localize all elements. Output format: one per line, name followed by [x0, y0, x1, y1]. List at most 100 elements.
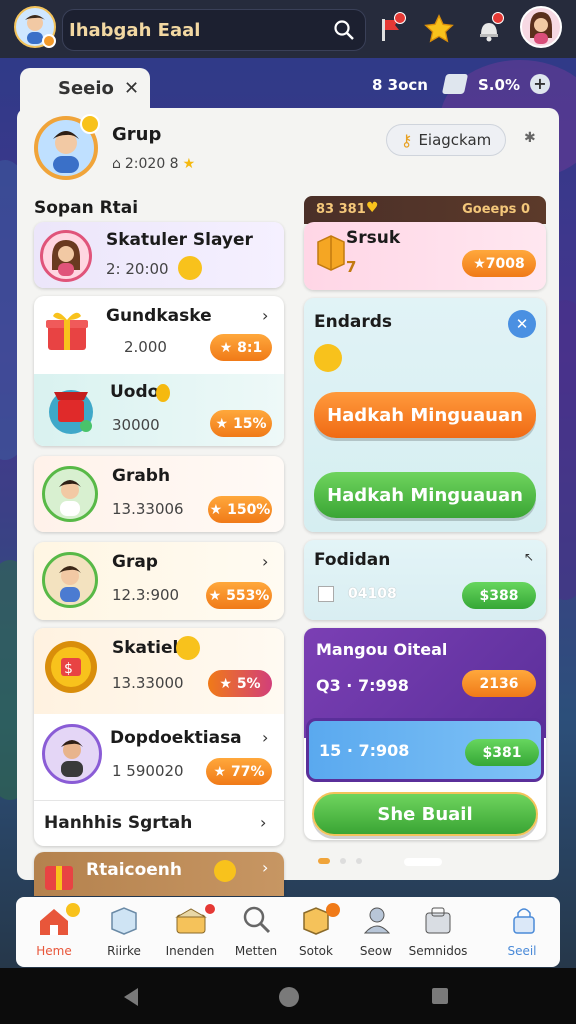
list-item-title: Gundkaske — [106, 306, 212, 326]
list-item-badge: ★ 77% — [206, 758, 272, 785]
list-item-sub: 2.000 — [124, 338, 167, 356]
list-footer-row[interactable]: Hanhhis Sgrtah › — [34, 800, 284, 846]
list-item[interactable]: Grap › 12.3:900 ★ 553% — [34, 542, 284, 620]
key-icon: ⚷ — [400, 130, 413, 150]
list-item-title: Skatuler Slayer — [106, 230, 253, 250]
list-item-title: Grabh — [112, 466, 171, 486]
tab-label: Seeio — [58, 78, 114, 99]
notification-icon[interactable] — [474, 12, 504, 44]
plus-icon[interactable]: + — [530, 74, 550, 94]
search-icon[interactable] — [333, 19, 355, 45]
recents-icon[interactable] — [430, 986, 450, 1006]
nav-inenden[interactable]: Inenden — [158, 897, 222, 967]
eiagckam-button[interactable]: ⚷ Eiagckam — [386, 124, 506, 156]
list-item[interactable]: Rtaicoenh › — [34, 852, 284, 896]
nav-sotok[interactable]: Sotok — [284, 897, 348, 967]
list-item[interactable]: $ Skatiel 13.33000 ★ 5% — [34, 628, 284, 714]
bag-icon — [425, 907, 451, 934]
gem-icon — [441, 74, 469, 94]
flag-icon[interactable] — [376, 12, 406, 44]
search-text: Ihabgah Eaal — [69, 20, 201, 41]
blue-row[interactable]: 15 · 7:908 $381 — [306, 718, 544, 782]
list-item-badge: ★ 8:1 — [210, 334, 272, 361]
nav-metten[interactable]: Metten — [224, 897, 288, 967]
profile-name: Grup — [112, 124, 162, 145]
lock-icon — [513, 908, 535, 934]
gift-icon — [49, 390, 93, 434]
home-circle-icon[interactable] — [277, 985, 301, 1009]
list-item[interactable]: Grabh 13.33006 ★ 150% — [34, 456, 284, 532]
system-nav-bar — [0, 968, 576, 1024]
nav-seeil[interactable]: Seeil — [490, 897, 554, 967]
list-avatar — [42, 466, 98, 522]
purple-value: Q3 · 7:998 — [316, 676, 409, 695]
blue-badge: $381 — [465, 739, 539, 766]
list-item-title: Rtaicoenh — [86, 860, 183, 880]
nav-seow[interactable]: Seow — [344, 897, 408, 967]
share-button[interactable]: She Buail — [312, 792, 538, 836]
stats-coins: 8 3ocn — [372, 76, 428, 94]
list-item[interactable]: Skatuler Slayer 2: 20:00 — [34, 222, 284, 288]
home-small-icon: ⌂ — [112, 156, 121, 172]
top-bar: Ihabgah Eaal — [0, 0, 576, 58]
search-bar[interactable]: Ihabgah Eaal — [62, 9, 366, 51]
svg-text:$: $ — [64, 661, 73, 677]
nav-label: Sotok — [299, 944, 333, 958]
blue-value: 15 · 7:908 — [319, 741, 410, 760]
coin-icon — [156, 384, 170, 402]
fodidan-title: Fodidan — [314, 550, 391, 570]
nav-home[interactable]: Heme — [22, 897, 86, 967]
list-avatar — [42, 552, 98, 608]
close-icon[interactable]: ✕ — [124, 78, 139, 99]
orange-action-button[interactable]: Hadkah Minguauan — [314, 392, 536, 438]
close-icon[interactable]: ✕ — [508, 310, 536, 338]
fodidan-card[interactable]: Fodidan ↖ 04108 $388 — [304, 540, 546, 620]
list-item-title: Dopdoektiasa — [110, 728, 242, 748]
top-strip-right: Goeeps 0 — [462, 202, 530, 217]
nav-riirke[interactable]: Riirke — [92, 897, 156, 967]
pager-bar — [404, 858, 442, 866]
top-strip-left: 83 381 — [316, 202, 366, 217]
fodidan-sub: 04108 — [348, 586, 397, 602]
list-item-sub: 13.33000 — [112, 674, 184, 692]
list-footer-label: Hanhhis Sgrtah — [44, 813, 193, 833]
section-title: Sopan Rtai — [34, 198, 139, 218]
top-strip: 83 381 ♥ Goeeps 0 — [304, 196, 546, 224]
star-icon[interactable] — [422, 12, 456, 46]
purple-badge: 2136 — [462, 670, 536, 697]
smiley-icon — [178, 256, 202, 280]
tab-seeio[interactable]: Seeio ✕ — [20, 68, 150, 112]
profile-avatar[interactable] — [520, 6, 562, 48]
profile-photo[interactable] — [34, 114, 100, 180]
list-item-badge: ★ 5% — [208, 670, 272, 697]
menu-icon[interactable]: ✱ — [524, 130, 536, 146]
arrow-icon: ↖ — [524, 550, 535, 564]
srsuk-card[interactable]: Srsuk 7 ★7008 — [304, 222, 546, 290]
list-item[interactable]: Gundkaske › 2.000 ★ 8:1 — [34, 296, 284, 372]
list-item-sub: 30000 — [112, 416, 160, 434]
back-icon[interactable] — [120, 986, 142, 1008]
bottom-nav: Heme Riirke Inenden Metten Sotok Seow Se… — [16, 897, 560, 967]
list-item[interactable]: Dopdoektiasa › 1 590020 ★ 77% — [34, 716, 284, 798]
nav-label: Inenden — [165, 944, 215, 958]
cube-icon — [318, 586, 334, 602]
list-item-badge: ★ 553% — [206, 582, 272, 609]
list-item[interactable]: Uodo 30000 ★ 15% — [34, 374, 284, 446]
list-item-sub: 1 590020 — [112, 762, 184, 780]
eiagckam-label: Eiagckam — [418, 131, 492, 149]
smiley-icon — [176, 636, 200, 660]
emoji-icon — [314, 344, 342, 372]
nav-semnidos[interactable]: Semnidos — [406, 897, 470, 967]
level-badge-icon — [80, 114, 100, 134]
user-avatar[interactable] — [14, 6, 56, 48]
list-item-sub: 12.3:900 — [112, 586, 180, 604]
list-item-title: Grap — [112, 552, 158, 572]
fodidan-badge: $388 — [462, 582, 536, 609]
nav-label: Semnidos — [408, 944, 468, 958]
green-action-button[interactable]: Hadkah Minguauan — [314, 472, 536, 518]
purple-title: Mangou Oiteal — [316, 640, 448, 659]
list-item-sub: 2: 20:00 — [106, 260, 169, 278]
gift-icon — [46, 312, 88, 350]
avatar-badge-icon — [42, 34, 56, 48]
list-item-title: Uodo — [110, 382, 160, 402]
